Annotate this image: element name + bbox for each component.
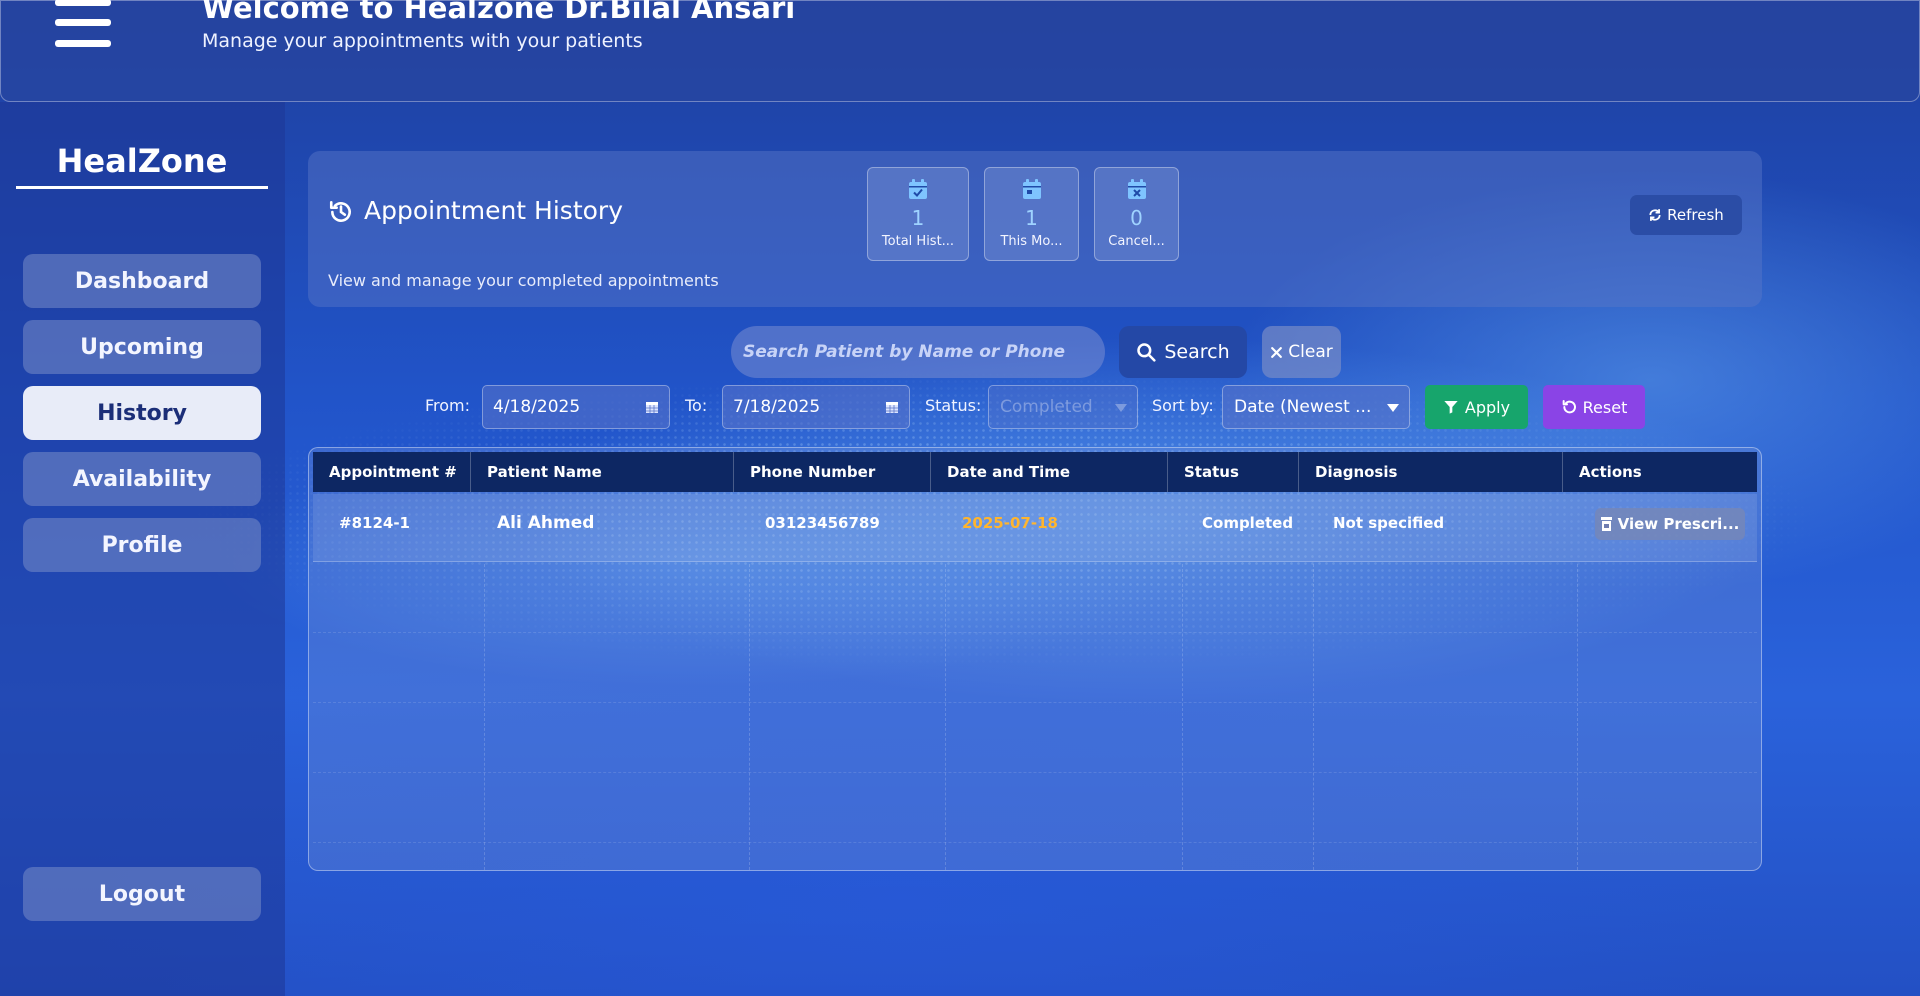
grid-divider [945,564,946,870]
from-date-value: 4/18/2025 [493,397,581,417]
appointment-history-card: Appointment History View and manage your… [308,151,1762,307]
clear-button-label: Clear [1288,342,1333,362]
stat-total-history-value: 1 [911,206,925,230]
close-icon [1271,346,1283,358]
sidebar-item-upcoming[interactable]: Upcoming [23,320,261,374]
cell-diagnosis: Not specified [1333,514,1445,532]
reset-label: Reset [1582,397,1628,417]
column-header-appointment[interactable]: Appointment # [313,452,471,492]
cell-phone-number: 03123456789 [765,514,880,532]
calendar-icon [1022,179,1041,199]
cell-patient-name: Ali Ahmed [497,513,595,533]
stat-this-month-value: 1 [1025,206,1038,230]
grid-divider [1182,564,1183,870]
reset-filters-button[interactable]: Reset [1543,385,1645,429]
stat-this-month-label: This Mo... [1000,234,1063,249]
welcome-subtitle: Manage your appointments with your patie… [202,30,643,52]
chevron-down-icon [1387,404,1399,412]
column-header-actions: Actions [1579,463,1642,481]
top-header: Welcome to Healzone Dr.Bilal Ansari Mana… [0,0,1920,102]
hamburger-menu-icon[interactable] [55,0,111,51]
search-icon [1137,343,1156,362]
column-header-status[interactable]: Status [1168,452,1299,492]
stat-total-history-label: Total Hist... [881,234,955,249]
apply-label: Apply [1464,397,1511,417]
search-button[interactable]: Search [1119,326,1247,378]
status-select-value: Completed [1000,397,1093,417]
from-date-input[interactable]: 4/18/2025 [482,385,670,429]
grid-divider [313,842,1757,843]
sidebar-item-dashboard[interactable]: Dashboard [23,254,261,308]
sort-select-value: Date (Newest ... [1234,397,1372,417]
chevron-down-icon [1115,404,1127,412]
history-icon [329,200,351,222]
cell-status: Completed [1202,514,1294,532]
column-header-date-time[interactable]: Date and Time [931,452,1168,492]
column-header-phone-number[interactable]: Phone Number [734,452,931,492]
stat-this-month: 1 This Mo... [984,167,1079,261]
prescription-bottle-icon [1600,517,1612,531]
status-filter-label: Status: [925,396,982,415]
calendar-x-icon [1127,179,1146,199]
refresh-label: Refresh [1667,206,1724,224]
table-row[interactable]: #8124-1 Ali Ahmed 03123456789 2025-07-18… [313,494,1757,562]
to-date-value: 7/18/2025 [733,397,821,417]
logout-button[interactable]: Logout [23,867,261,921]
search-button-label: Search [1164,341,1230,363]
grid-divider [313,702,1757,703]
grid-divider [313,632,1757,633]
column-header-patient-name[interactable]: Patient Name [471,452,734,492]
calendar-check-icon [909,179,927,199]
calendar-picker-icon[interactable] [885,400,899,414]
apply-filters-button[interactable]: Apply [1425,385,1528,429]
patient-search-input[interactable] [731,326,1105,378]
appointments-table: Appointment # Patient Name Phone Number … [308,447,1762,871]
stat-cancelled-label: Cancel... [1108,234,1165,249]
stat-cancelled: 0 Cancel... [1094,167,1179,261]
sort-by-label: Sort by: [1152,396,1214,415]
calendar-picker-icon[interactable] [645,400,659,414]
from-date-label: From: [425,396,471,415]
view-prescription-button[interactable]: View Prescri... [1595,508,1745,540]
grid-divider [484,564,485,870]
grid-divider [1577,564,1578,870]
grid-divider [313,772,1757,773]
welcome-title: Welcome to Healzone Dr.Bilal Ansari [202,0,796,25]
sidebar-item-history[interactable]: History [23,386,261,440]
sidebar: HealZone Dashboard Upcoming History Avai… [0,102,285,996]
page-title: Appointment History [364,196,623,225]
brand-logo-text: HealZone [16,142,268,189]
filter-icon [1444,401,1458,414]
undo-icon [1562,400,1576,414]
sort-select[interactable]: Date (Newest ... [1222,385,1410,429]
to-date-label: To: [685,396,708,415]
stat-cancelled-value: 0 [1130,206,1143,230]
view-prescription-label: View Prescri... [1617,515,1740,533]
status-select[interactable]: Completed [988,385,1138,429]
stat-total-history: 1 Total Hist... [867,167,969,261]
cell-appointment-number: #8124-1 [339,514,410,532]
cell-date-time: 2025-07-18 [962,514,1058,532]
page-description: View and manage your completed appointme… [328,271,719,290]
sidebar-item-availability[interactable]: Availability [23,452,261,506]
table-header: Appointment # Patient Name Phone Number … [313,452,1757,492]
clear-button[interactable]: Clear [1262,326,1341,378]
grid-divider [749,564,750,870]
refresh-icon [1649,209,1661,221]
grid-divider [1313,564,1314,870]
to-date-input[interactable]: 7/18/2025 [722,385,910,429]
refresh-button[interactable]: Refresh [1630,195,1742,235]
column-header-diagnosis[interactable]: Diagnosis [1299,452,1563,492]
sidebar-item-profile[interactable]: Profile [23,518,261,572]
